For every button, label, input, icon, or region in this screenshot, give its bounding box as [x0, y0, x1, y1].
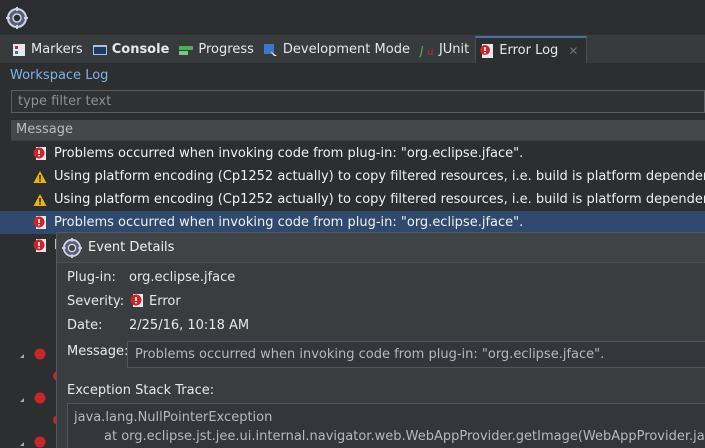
log-message: Problems occurred when invoking code fro… — [54, 215, 524, 230]
tab-development-mode-label: Development Mode — [282, 42, 410, 57]
tab-console-label: Console — [111, 42, 170, 57]
markers-icon — [13, 43, 25, 56]
tab-progress-label: Progress — [198, 42, 254, 57]
message-column-header[interactable]: Message — [11, 120, 705, 141]
stack-trace-line: at org.eclipse.jst.jee.ui.internal.navig… — [104, 429, 705, 444]
workspace-log-link[interactable]: Workspace Log — [10, 68, 108, 83]
message-field[interactable]: Problems occurred when invoking code fro… — [127, 341, 705, 368]
log-message: Problems occurred when invoking code fro… — [54, 146, 524, 161]
tab-junit[interactable]: J u JUnit — [416, 36, 475, 63]
window-top-bar — [0, 0, 705, 36]
date-value: 2/25/16, 10:18 AM — [129, 318, 250, 333]
progress-icon — [179, 45, 194, 55]
dialog-title: Event Details — [88, 240, 175, 255]
event-details-dialog: Event Details Plug-in: org.eclipse.jface… — [56, 232, 705, 448]
log-message: Using platform encoding (Cp1252 actually… — [54, 192, 705, 207]
tab-development-mode[interactable]: Development Mode — [260, 36, 416, 63]
error-icon — [130, 294, 143, 307]
svg-text:J: J — [419, 44, 424, 58]
view-tab-bar: Markers Console Progress Development Mod… — [0, 36, 705, 64]
close-icon[interactable]: ✕ — [568, 44, 578, 58]
message-label: Message: — [67, 344, 129, 359]
date-label: Date: — [67, 318, 103, 333]
eclipse-app-icon — [62, 237, 82, 258]
svg-text:u: u — [427, 47, 433, 58]
tab-progress[interactable]: Progress — [175, 36, 259, 63]
stack-trace-field[interactable]: java.lang.NullPointerException at org.ec… — [67, 403, 705, 448]
dialog-title-bar[interactable]: Event Details — [57, 233, 705, 263]
severity-value: Error — [129, 293, 181, 309]
stack-trace-label: Exception Stack Trace: — [67, 383, 215, 398]
junit-icon: J u — [419, 44, 433, 58]
error-icon — [34, 348, 58, 448]
tab-junit-label: JUnit — [438, 42, 470, 57]
development-mode-icon — [263, 43, 277, 56]
tab-console[interactable]: Console — [89, 36, 176, 63]
tree-expander-icon — [20, 354, 24, 446]
severity-text: Error — [149, 293, 181, 309]
tab-markers-label: Markers — [31, 42, 83, 57]
filter-input[interactable]: type filter text — [11, 90, 705, 113]
error-log-icon — [480, 43, 494, 58]
eclipse-app-icon[interactable] — [6, 7, 28, 29]
log-row[interactable]: Using platform encoding (Cp1252 actually… — [0, 165, 705, 188]
stack-trace-line: java.lang.NullPointerException — [74, 410, 273, 425]
error-icon — [33, 146, 46, 160]
plugin-label: Plug-in: — [67, 270, 116, 285]
log-row[interactable]: Using platform encoding (Cp1252 actually… — [0, 188, 705, 211]
plugin-value: org.eclipse.jface — [129, 270, 236, 285]
severity-label: Severity: — [67, 294, 125, 309]
hidden-log-tree — [20, 348, 58, 448]
log-row-selected[interactable]: Problems occurred when invoking code fro… — [0, 211, 705, 234]
console-icon — [92, 44, 107, 55]
tab-error-log[interactable]: Error Log ✕ — [475, 36, 588, 63]
log-row[interactable]: Problems occurred when invoking code fro… — [0, 142, 705, 165]
tab-error-log-label: Error Log — [499, 43, 559, 58]
log-message: Using platform encoding (Cp1252 actually… — [54, 169, 705, 184]
tab-markers[interactable]: Markers — [8, 36, 89, 63]
